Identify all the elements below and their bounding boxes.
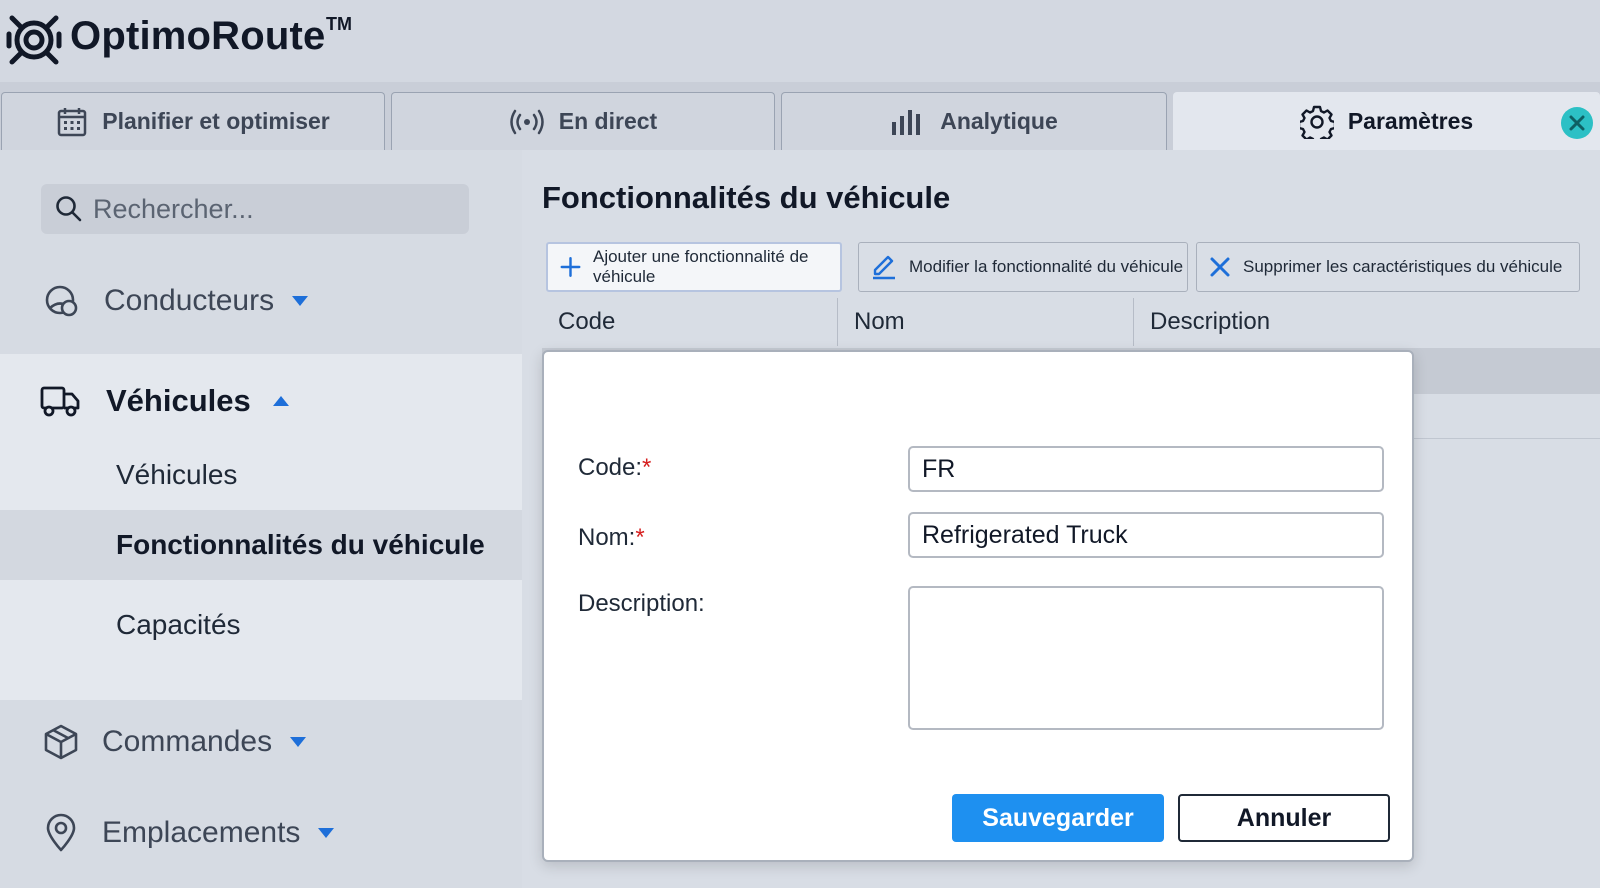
sidebar-group-label: Emplacements [102,816,301,849]
delete-feature-button[interactable]: Supprimer les caractéristiques du véhicu… [1196,242,1580,292]
search-icon [56,196,82,222]
button-label: Modifier la fonctionnalité du véhicule [909,257,1184,276]
plus-icon [560,257,581,277]
map-pin-icon [46,813,76,852]
main-tabs: Planifier et optimiser En direct Analyti… [0,82,1600,150]
sidebar-subitem-fonctionnalites[interactable]: Fonctionnalités du véhicule [0,510,522,580]
sidebar-subitem-vehicules[interactable]: Véhicules [0,440,522,510]
sidebar-search [41,184,469,234]
description-field[interactable] [908,586,1384,730]
tab-label: Paramètres [1347,108,1474,134]
edit-feature-dialog: Code:* Nom:* Description: Sauvegarder An… [542,350,1414,862]
sidebar-group-label: Véhicules [106,383,251,418]
tab-label: Analytique [940,108,1058,134]
name-label-text: Nom: [578,524,636,551]
tab-en-direct[interactable]: En direct [391,92,775,150]
close-icon [1569,115,1585,131]
trademark-mark: TM [326,14,352,34]
search-input[interactable] [93,193,453,225]
truck-icon [40,386,80,417]
sidebar-item-vehicules[interactable]: Véhicules [0,368,522,434]
pencil-icon [873,255,895,280]
column-header-nom[interactable]: Nom [838,298,1134,346]
vehicles-section: Véhicules Véhicules Fonctionnalités du v… [0,354,522,700]
edit-feature-button[interactable]: Modifier la fonctionnalité du véhicule [858,242,1188,292]
tab-label: En direct [558,108,658,134]
code-label-text: Code: [578,454,643,481]
app-window: OptimoRoute TM Planifier et optimiser En [0,0,1600,888]
page-title: Fonctionnalités du véhicule [542,180,951,215]
tab-parametres[interactable]: Paramètres [1173,92,1600,150]
sidebar-subitem-capacites[interactable]: Capacités [0,590,522,660]
caret-down-icon [292,296,309,306]
caret-down-icon [290,737,307,747]
button-label: Supprimer les caractéristiques du véhicu… [1243,257,1563,276]
sidebar: Conducteurs Véhicules Véhicules Fonction… [0,150,522,888]
optimoroute-logo-icon [6,15,62,65]
sidebar-group-label: Conducteurs [104,284,275,317]
caret-up-icon [272,396,289,406]
gear-icon [1299,105,1334,139]
required-marker: * [635,524,645,551]
close-tab-button[interactable] [1561,107,1593,139]
name-field[interactable] [908,512,1384,558]
steering-wheel-icon [45,285,78,317]
header: OptimoRoute TM [0,0,1600,82]
sidebar-item-emplacements[interactable]: Emplacements [0,800,522,866]
button-label: Ajouter une fonctionnalité de véhicule [592,247,809,286]
add-feature-button[interactable]: Ajouter une fonctionnalité de véhicule [546,242,842,292]
required-marker: * [642,454,652,481]
tab-analytique[interactable]: Analytique [781,92,1167,150]
description-label: Description: [578,590,705,617]
caret-down-icon [318,828,335,838]
app-name: OptimoRoute [70,14,326,58]
cancel-button[interactable]: Annuler [1178,794,1390,842]
table-header: Code Nom Description [542,298,1600,346]
sidebar-item-commandes[interactable]: Commandes [0,709,522,775]
box-icon [44,724,78,760]
tab-planifier[interactable]: Planifier et optimiser [1,92,385,150]
sidebar-item-conducteurs[interactable]: Conducteurs [0,268,522,334]
delete-x-icon [1210,257,1230,277]
bar-chart-icon [892,109,921,135]
calendar-icon [57,107,87,136]
code-field[interactable] [908,446,1384,492]
live-broadcast-icon [510,109,544,134]
name-label: Nom:* [578,524,645,552]
column-header-description[interactable]: Description [1134,298,1600,346]
sidebar-group-label: Commandes [102,725,273,758]
save-button[interactable]: Sauvegarder [952,794,1164,842]
column-header-code[interactable]: Code [542,298,838,346]
tab-label: Planifier et optimiser [102,108,330,134]
code-label: Code:* [578,454,651,482]
